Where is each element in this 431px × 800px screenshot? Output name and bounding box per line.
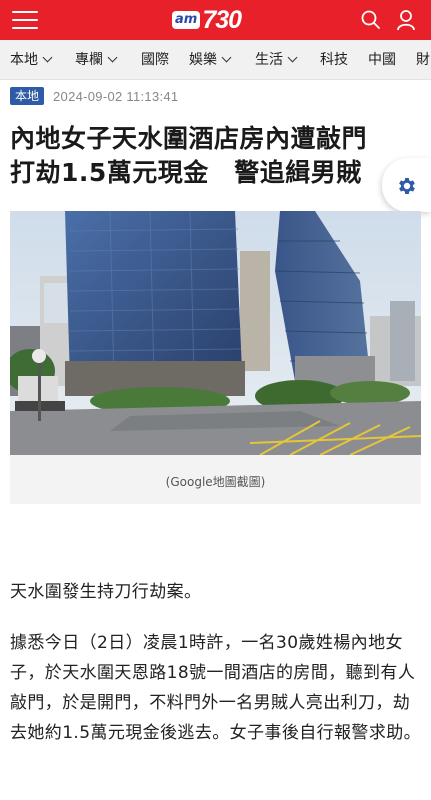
article-title: 內地女子天水圍酒店房內遭敲門 打劫1.5萬元現金 警追緝男賊: [10, 122, 420, 190]
settings-button[interactable]: [382, 158, 431, 212]
nav-item-label: 國際: [141, 52, 169, 68]
user-icon[interactable]: [396, 9, 416, 31]
nav-item-label: 中國: [368, 52, 396, 68]
category-tag[interactable]: 本地: [10, 87, 45, 105]
article-meta: 本地 2024-09-02 11:13:41: [10, 87, 178, 105]
article-title-line1: 內地女子天水圍酒店房內遭敲門: [10, 124, 368, 153]
article-paragraph: 據悉今日（2日）凌晨1時許，一名30歲姓楊內地女子，於天水圍天恩路18號一間酒店…: [10, 633, 422, 743]
nav-item-label: 專欄: [75, 52, 103, 68]
category-nav: 本地 專欄 國際 娛樂 生活 科技 中國 財: [0, 40, 431, 80]
article-figure: (Google地圖截圖): [10, 211, 421, 504]
logo-number: 730: [202, 5, 242, 34]
chevron-down-icon: [287, 52, 298, 63]
nav-item-label: 財: [416, 52, 430, 68]
article-paragraph: 天水圍發生持刀行劫案。: [10, 582, 202, 602]
chevron-down-icon: [221, 52, 232, 63]
nav-item-china[interactable]: 中國: [368, 40, 396, 79]
nav-item-lifestyle[interactable]: 生活: [255, 40, 298, 79]
nav-item-finance[interactable]: 財: [416, 40, 430, 79]
nav-item-entertainment[interactable]: 娛樂: [189, 40, 232, 79]
nav-item-columns[interactable]: 專欄: [75, 40, 118, 79]
publish-datetime: 2024-09-02 11:13:41: [53, 88, 179, 104]
menu-icon[interactable]: [12, 11, 38, 29]
search-icon[interactable]: [361, 9, 381, 31]
article-title-line2: 打劫1.5萬元現金 警追緝男賊: [10, 158, 362, 187]
nav-item-local[interactable]: 本地: [10, 40, 53, 79]
logo-prefix: am: [172, 11, 201, 29]
nav-item-label: 娛樂: [189, 52, 217, 68]
street-view-photo[interactable]: [10, 211, 421, 455]
nav-item-label: 科技: [320, 52, 348, 68]
chevron-down-icon: [107, 52, 118, 63]
top-bar: am 730: [0, 0, 431, 40]
site-logo[interactable]: am 730: [172, 5, 242, 34]
nav-item-international[interactable]: 國際: [141, 40, 169, 79]
nav-item-label: 本地: [10, 52, 38, 68]
nav-item-label: 生活: [255, 52, 283, 68]
chevron-down-icon: [42, 52, 53, 63]
image-caption: (Google地圖截圖): [165, 475, 266, 489]
gear-icon: [399, 178, 415, 194]
nav-item-tech[interactable]: 科技: [320, 40, 348, 79]
